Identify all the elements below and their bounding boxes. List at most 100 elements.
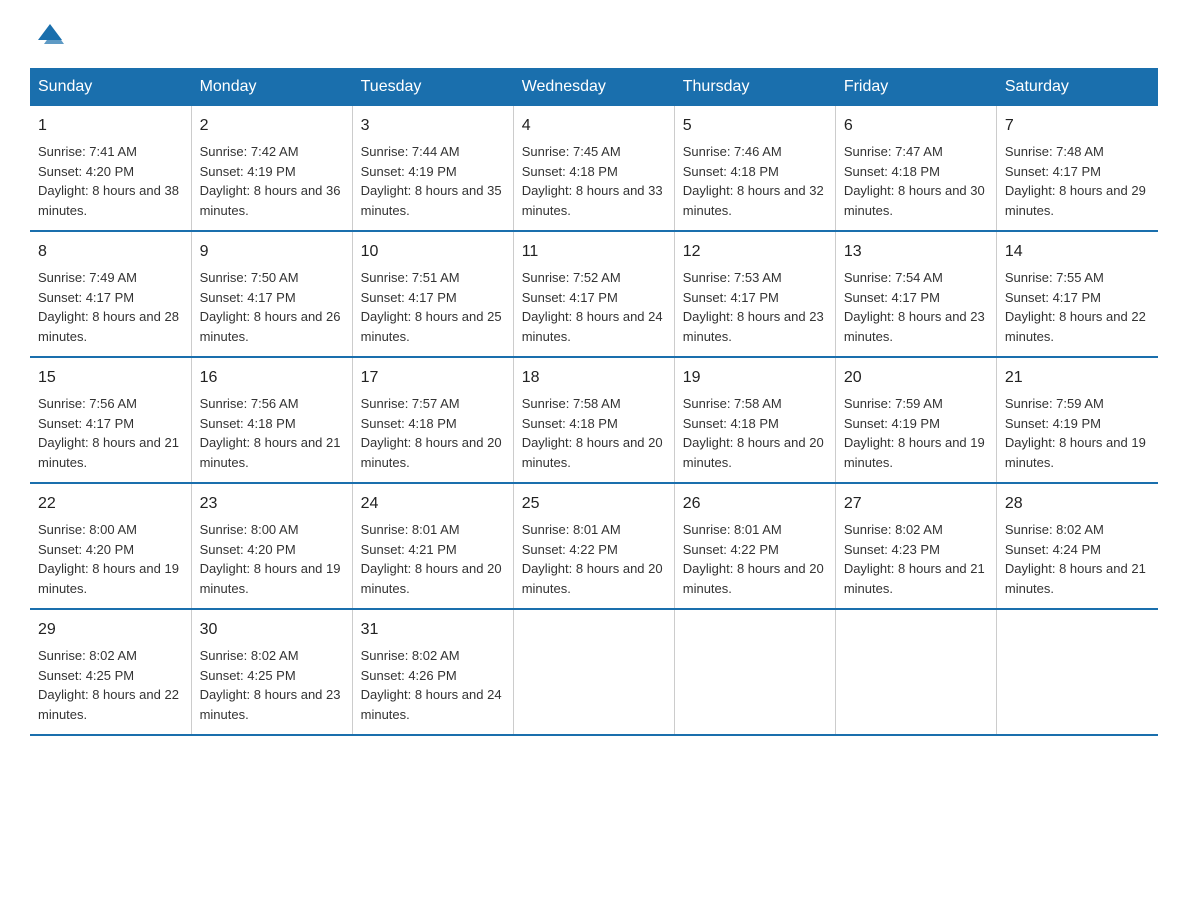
logo-icon (36, 20, 64, 48)
calendar-cell: 19 Sunrise: 7:58 AMSunset: 4:18 PMDaylig… (674, 357, 835, 483)
day-info: Sunrise: 7:51 AMSunset: 4:17 PMDaylight:… (361, 270, 502, 344)
calendar-cell: 30 Sunrise: 8:02 AMSunset: 4:25 PMDaylig… (191, 609, 352, 735)
day-number: 10 (361, 240, 505, 264)
day-number: 23 (200, 492, 344, 516)
day-info: Sunrise: 7:49 AMSunset: 4:17 PMDaylight:… (38, 270, 179, 344)
page-header (30, 20, 1158, 48)
calendar-cell: 28 Sunrise: 8:02 AMSunset: 4:24 PMDaylig… (996, 483, 1157, 609)
day-info: Sunrise: 7:56 AMSunset: 4:18 PMDaylight:… (200, 396, 341, 470)
day-number: 15 (38, 366, 183, 390)
weekday-header-row: SundayMondayTuesdayWednesdayThursdayFrid… (30, 68, 1158, 106)
calendar-cell: 2 Sunrise: 7:42 AMSunset: 4:19 PMDayligh… (191, 106, 352, 231)
day-number: 31 (361, 618, 505, 642)
weekday-header-sunday: Sunday (30, 68, 191, 106)
day-number: 21 (1005, 366, 1150, 390)
calendar-cell: 26 Sunrise: 8:01 AMSunset: 4:22 PMDaylig… (674, 483, 835, 609)
day-info: Sunrise: 7:47 AMSunset: 4:18 PMDaylight:… (844, 144, 985, 218)
calendar-cell: 10 Sunrise: 7:51 AMSunset: 4:17 PMDaylig… (352, 231, 513, 357)
day-number: 12 (683, 240, 827, 264)
weekday-header-thursday: Thursday (674, 68, 835, 106)
day-number: 25 (522, 492, 666, 516)
calendar-cell: 17 Sunrise: 7:57 AMSunset: 4:18 PMDaylig… (352, 357, 513, 483)
day-number: 24 (361, 492, 505, 516)
calendar-cell: 29 Sunrise: 8:02 AMSunset: 4:25 PMDaylig… (30, 609, 191, 735)
calendar-cell: 4 Sunrise: 7:45 AMSunset: 4:18 PMDayligh… (513, 106, 674, 231)
calendar-cell (996, 609, 1157, 735)
calendar-cell (513, 609, 674, 735)
day-number: 4 (522, 114, 666, 138)
day-info: Sunrise: 7:48 AMSunset: 4:17 PMDaylight:… (1005, 144, 1146, 218)
calendar-cell: 9 Sunrise: 7:50 AMSunset: 4:17 PMDayligh… (191, 231, 352, 357)
day-info: Sunrise: 7:57 AMSunset: 4:18 PMDaylight:… (361, 396, 502, 470)
day-number: 22 (38, 492, 183, 516)
calendar-cell: 16 Sunrise: 7:56 AMSunset: 4:18 PMDaylig… (191, 357, 352, 483)
day-number: 19 (683, 366, 827, 390)
day-info: Sunrise: 7:41 AMSunset: 4:20 PMDaylight:… (38, 144, 179, 218)
week-row-4: 22 Sunrise: 8:00 AMSunset: 4:20 PMDaylig… (30, 483, 1158, 609)
day-info: Sunrise: 8:00 AMSunset: 4:20 PMDaylight:… (38, 522, 179, 596)
day-number: 11 (522, 240, 666, 264)
calendar-cell: 8 Sunrise: 7:49 AMSunset: 4:17 PMDayligh… (30, 231, 191, 357)
calendar-cell: 14 Sunrise: 7:55 AMSunset: 4:17 PMDaylig… (996, 231, 1157, 357)
day-info: Sunrise: 8:02 AMSunset: 4:25 PMDaylight:… (200, 648, 341, 722)
day-info: Sunrise: 7:52 AMSunset: 4:17 PMDaylight:… (522, 270, 663, 344)
day-info: Sunrise: 8:02 AMSunset: 4:23 PMDaylight:… (844, 522, 985, 596)
day-info: Sunrise: 8:00 AMSunset: 4:20 PMDaylight:… (200, 522, 341, 596)
calendar-cell: 13 Sunrise: 7:54 AMSunset: 4:17 PMDaylig… (835, 231, 996, 357)
day-info: Sunrise: 7:58 AMSunset: 4:18 PMDaylight:… (683, 396, 824, 470)
weekday-header-monday: Monday (191, 68, 352, 106)
day-number: 5 (683, 114, 827, 138)
weekday-header-tuesday: Tuesday (352, 68, 513, 106)
day-number: 7 (1005, 114, 1150, 138)
day-number: 26 (683, 492, 827, 516)
day-number: 3 (361, 114, 505, 138)
day-number: 17 (361, 366, 505, 390)
week-row-3: 15 Sunrise: 7:56 AMSunset: 4:17 PMDaylig… (30, 357, 1158, 483)
weekday-header-friday: Friday (835, 68, 996, 106)
day-info: Sunrise: 7:46 AMSunset: 4:18 PMDaylight:… (683, 144, 824, 218)
day-info: Sunrise: 7:54 AMSunset: 4:17 PMDaylight:… (844, 270, 985, 344)
calendar-cell: 7 Sunrise: 7:48 AMSunset: 4:17 PMDayligh… (996, 106, 1157, 231)
calendar-cell: 11 Sunrise: 7:52 AMSunset: 4:17 PMDaylig… (513, 231, 674, 357)
calendar-cell: 22 Sunrise: 8:00 AMSunset: 4:20 PMDaylig… (30, 483, 191, 609)
day-info: Sunrise: 7:53 AMSunset: 4:17 PMDaylight:… (683, 270, 824, 344)
day-info: Sunrise: 7:56 AMSunset: 4:17 PMDaylight:… (38, 396, 179, 470)
day-number: 18 (522, 366, 666, 390)
calendar-cell: 15 Sunrise: 7:56 AMSunset: 4:17 PMDaylig… (30, 357, 191, 483)
day-info: Sunrise: 8:01 AMSunset: 4:22 PMDaylight:… (683, 522, 824, 596)
day-number: 30 (200, 618, 344, 642)
calendar-cell: 1 Sunrise: 7:41 AMSunset: 4:20 PMDayligh… (30, 106, 191, 231)
calendar-cell: 23 Sunrise: 8:00 AMSunset: 4:20 PMDaylig… (191, 483, 352, 609)
calendar-cell: 12 Sunrise: 7:53 AMSunset: 4:17 PMDaylig… (674, 231, 835, 357)
week-row-2: 8 Sunrise: 7:49 AMSunset: 4:17 PMDayligh… (30, 231, 1158, 357)
week-row-1: 1 Sunrise: 7:41 AMSunset: 4:20 PMDayligh… (30, 106, 1158, 231)
day-info: Sunrise: 8:02 AMSunset: 4:24 PMDaylight:… (1005, 522, 1146, 596)
day-info: Sunrise: 8:02 AMSunset: 4:26 PMDaylight:… (361, 648, 502, 722)
day-number: 6 (844, 114, 988, 138)
day-number: 13 (844, 240, 988, 264)
day-info: Sunrise: 7:45 AMSunset: 4:18 PMDaylight:… (522, 144, 663, 218)
day-number: 9 (200, 240, 344, 264)
weekday-header-saturday: Saturday (996, 68, 1157, 106)
calendar-cell (674, 609, 835, 735)
calendar-cell: 18 Sunrise: 7:58 AMSunset: 4:18 PMDaylig… (513, 357, 674, 483)
day-info: Sunrise: 7:44 AMSunset: 4:19 PMDaylight:… (361, 144, 502, 218)
week-row-5: 29 Sunrise: 8:02 AMSunset: 4:25 PMDaylig… (30, 609, 1158, 735)
calendar-cell: 25 Sunrise: 8:01 AMSunset: 4:22 PMDaylig… (513, 483, 674, 609)
day-info: Sunrise: 7:55 AMSunset: 4:17 PMDaylight:… (1005, 270, 1146, 344)
day-number: 1 (38, 114, 183, 138)
day-info: Sunrise: 8:01 AMSunset: 4:21 PMDaylight:… (361, 522, 502, 596)
day-number: 27 (844, 492, 988, 516)
calendar-cell: 6 Sunrise: 7:47 AMSunset: 4:18 PMDayligh… (835, 106, 996, 231)
day-number: 20 (844, 366, 988, 390)
calendar-cell: 3 Sunrise: 7:44 AMSunset: 4:19 PMDayligh… (352, 106, 513, 231)
day-info: Sunrise: 8:02 AMSunset: 4:25 PMDaylight:… (38, 648, 179, 722)
calendar-cell: 20 Sunrise: 7:59 AMSunset: 4:19 PMDaylig… (835, 357, 996, 483)
day-number: 2 (200, 114, 344, 138)
day-info: Sunrise: 7:58 AMSunset: 4:18 PMDaylight:… (522, 396, 663, 470)
day-info: Sunrise: 7:42 AMSunset: 4:19 PMDaylight:… (200, 144, 341, 218)
day-info: Sunrise: 7:50 AMSunset: 4:17 PMDaylight:… (200, 270, 341, 344)
calendar-table: SundayMondayTuesdayWednesdayThursdayFrid… (30, 68, 1158, 736)
day-info: Sunrise: 7:59 AMSunset: 4:19 PMDaylight:… (1005, 396, 1146, 470)
calendar-cell: 21 Sunrise: 7:59 AMSunset: 4:19 PMDaylig… (996, 357, 1157, 483)
